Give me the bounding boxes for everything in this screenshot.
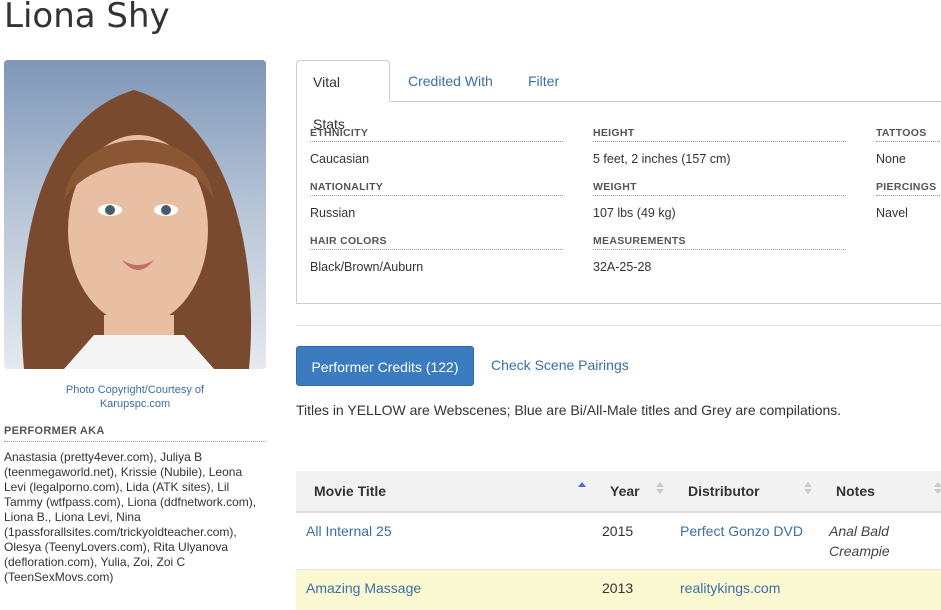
piercings-value: Navel (876, 206, 908, 220)
section-divider (296, 325, 941, 326)
performer-photo (4, 60, 266, 369)
ethnicity-value: Caucasian (310, 152, 370, 166)
movie-notes: Anal Bald Creampie (829, 523, 890, 559)
table-row: Amazing Massage 2013 realitykings.com (296, 570, 941, 610)
distributor-link[interactable]: realitykings.com (680, 580, 780, 596)
tab-credited-with[interactable]: Credited With (392, 60, 509, 102)
tab-filter[interactable]: Filter (512, 60, 575, 102)
hair-colors-label: HAIR COLORS (310, 235, 563, 250)
table-row: All Internal 25 2015 Perfect Gonzo DVD A… (296, 513, 941, 570)
movie-title-link[interactable]: All Internal 25 (306, 523, 392, 539)
movie-year: 2015 (602, 523, 634, 539)
tattoos-value: None (876, 152, 906, 166)
piercings-label: PIERCINGS (876, 181, 941, 196)
color-legend-text: Titles in YELLOW are Webscenes; Blue are… (296, 402, 842, 418)
sort-asc-icon[interactable] (578, 482, 586, 494)
weight-value: 107 lbs (49 kg) (593, 206, 676, 220)
nationality-value: Russian (310, 206, 356, 220)
page-title: Liona Shy (4, 0, 170, 36)
photo-credit[interactable]: Photo Copyright/Courtesy of Karupspc.com (40, 383, 230, 411)
sort-icon[interactable] (656, 482, 664, 494)
column-distributor[interactable]: Distributor (688, 483, 760, 499)
column-notes[interactable]: Notes (836, 483, 875, 499)
ethnicity-label: ETHNICITY (310, 127, 563, 142)
sort-icon[interactable] (934, 482, 941, 494)
hair-colors-value: Black/Brown/Auburn (310, 260, 424, 274)
measurements-label: MEASUREMENTS (593, 235, 846, 250)
column-year[interactable]: Year (610, 483, 640, 499)
nationality-label: NATIONALITY (310, 181, 563, 196)
check-scene-pairings-link[interactable]: Check Scene Pairings (491, 357, 629, 373)
weight-label: WEIGHT (593, 181, 846, 196)
tab-vital-stats[interactable]: Vital Stats (296, 60, 390, 132)
height-value: 5 feet, 2 inches (157 cm) (593, 152, 731, 166)
column-movie-title[interactable]: Movie Title (314, 483, 386, 499)
performer-aka-label: PERFORMER AKA (4, 425, 266, 442)
movie-year: 2013 (602, 580, 634, 596)
stats-tabs: Vital Stats Credited With Filter (296, 60, 941, 132)
distributor-link[interactable]: Perfect Gonzo DVD (680, 523, 803, 539)
performer-aka-text: Anastasia (pretty4ever.com), Juliya B (t… (4, 450, 257, 584)
tattoos-label: TATTOOS (876, 127, 941, 142)
movie-title-link[interactable]: Amazing Massage (306, 580, 421, 596)
credits-table-header: Movie Title Year Distributor Notes (296, 471, 941, 513)
measurements-value: 32A-25-28 (593, 260, 652, 274)
height-label: HEIGHT (593, 127, 846, 142)
sort-icon[interactable] (804, 482, 812, 494)
performer-credits-button[interactable]: Performer Credits (122) (296, 346, 474, 386)
vital-stats-panel: ETHNICITY Caucasian NATIONALITY Russian … (296, 101, 941, 304)
